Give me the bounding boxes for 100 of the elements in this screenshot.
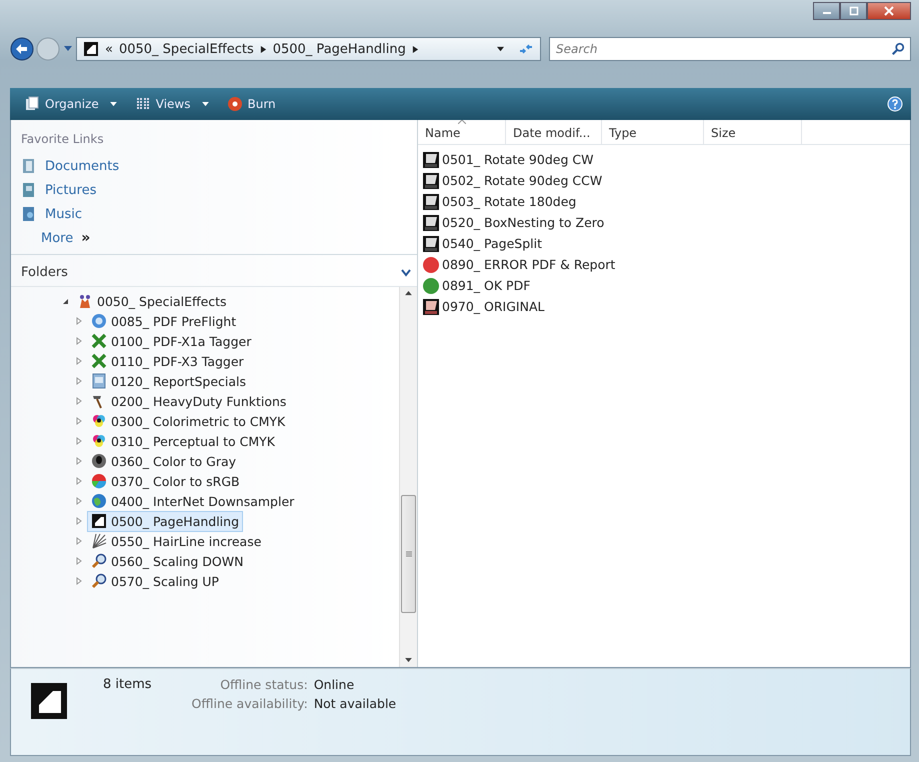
more-link[interactable]: More » — [21, 230, 417, 246]
collapsed-arrow-icon[interactable] — [75, 457, 83, 465]
collapsed-arrow-icon[interactable] — [75, 337, 83, 345]
help-button[interactable] — [887, 96, 903, 112]
monitor-icon — [422, 172, 440, 190]
column-header[interactable]: Type — [602, 120, 704, 144]
column-header[interactable]: Name — [418, 120, 506, 144]
folder-tree-item[interactable]: 0050_ SpecialEffects — [73, 290, 231, 312]
monitor-icon — [422, 192, 440, 210]
toolbar-button[interactable]: Burn — [220, 94, 282, 114]
globe-icon — [91, 493, 107, 509]
collapsed-arrow-icon[interactable] — [75, 317, 83, 325]
favorite-link[interactable]: Pictures — [21, 182, 417, 198]
folder-tree-item[interactable]: 0570_ Scaling UP — [87, 570, 223, 592]
status-dot-icon — [422, 256, 440, 274]
page-icon — [91, 513, 107, 529]
music-icon — [21, 206, 37, 222]
file-item[interactable]: 0502_ Rotate 90deg CCW — [422, 170, 602, 191]
detail-value: Online — [314, 677, 356, 692]
collapsed-arrow-icon[interactable] — [75, 497, 83, 505]
address-bar[interactable]: « 0050_ SpecialEffects 0500_ PageHandling — [76, 37, 541, 61]
color-wheel-icon — [91, 473, 107, 489]
separator-arrow-icon[interactable] — [412, 46, 419, 52]
maximize-icon — [848, 6, 858, 16]
scroll-thumb[interactable] — [401, 495, 416, 613]
folder-tree-item[interactable]: 0560_ Scaling DOWN — [87, 550, 248, 572]
file-item[interactable]: 0970_ ORIGINAL — [422, 296, 544, 317]
folder-tree-item[interactable]: 0085_ PDF PreFlight — [87, 310, 240, 332]
close-icon — [884, 6, 894, 16]
folder-tree-item[interactable]: 0200_ HeavyDuty Funktions — [87, 390, 290, 412]
search-icon[interactable] — [891, 42, 905, 56]
file-item[interactable]: 0503_ Rotate 180deg — [422, 191, 576, 212]
color-drops-icon — [91, 413, 107, 429]
column-header[interactable]: Size — [704, 120, 802, 144]
collapsed-arrow-icon[interactable] — [75, 517, 83, 525]
folders-header[interactable]: Folders — [11, 255, 417, 287]
magnifier-icon — [91, 573, 107, 589]
columns-icon — [134, 96, 151, 112]
folder-tree-item[interactable]: 0360_ Color to Gray — [87, 450, 240, 472]
x-icon — [91, 353, 107, 369]
collapsed-arrow-icon[interactable] — [75, 437, 83, 445]
expanded-arrow-icon[interactable] — [61, 297, 69, 305]
overflow-chevron[interactable]: « — [105, 42, 113, 56]
maximize-button[interactable] — [840, 2, 867, 20]
collapsed-arrow-icon[interactable] — [75, 577, 83, 585]
collapsed-arrow-icon[interactable] — [75, 557, 83, 565]
folder-tree-item[interactable]: 0500_ PageHandling — [87, 510, 244, 532]
file-item[interactable]: 0520_ BoxNesting to Zero — [422, 212, 604, 233]
toolbar-button[interactable]: Views — [128, 94, 214, 114]
folder-tree-item[interactable]: 0400_ InterNet Downsampler — [87, 490, 298, 512]
folder-tree-item[interactable]: 0110_ PDF-X3 Tagger — [87, 350, 248, 372]
close-button[interactable] — [867, 2, 911, 20]
detail-label: Offline availability: — [192, 696, 308, 711]
collapsed-arrow-icon[interactable] — [75, 477, 83, 485]
drop-icon — [91, 453, 107, 469]
status-dot-icon — [422, 276, 440, 294]
minimize-button[interactable] — [813, 2, 840, 20]
scroll-down-icon[interactable] — [405, 658, 412, 663]
caret-icon — [64, 46, 72, 52]
favorite-link[interactable]: Documents — [21, 158, 417, 174]
x-icon — [91, 333, 107, 349]
monitor-icon — [422, 214, 440, 232]
back-button[interactable] — [10, 37, 34, 61]
file-item[interactable]: 0891_ OK PDF — [422, 275, 530, 296]
breadcrumb[interactable]: 0500_ PageHandling — [272, 42, 406, 56]
caret-icon — [110, 102, 117, 106]
dropdown-arrow-icon[interactable] — [497, 46, 504, 52]
detail-value: Not available — [314, 696, 396, 711]
folder-tree-item[interactable]: 0120_ ReportSpecials — [87, 370, 250, 392]
chevron-down-icon[interactable] — [401, 268, 411, 276]
folder-tree-item[interactable]: 0300_ Colorimetric to CMYK — [87, 410, 290, 432]
collapsed-arrow-icon[interactable] — [75, 357, 83, 365]
folder-tree-item[interactable]: 0100_ PDF-X1a Tagger — [87, 330, 256, 352]
collapsed-arrow-icon[interactable] — [75, 537, 83, 545]
file-item[interactable]: 0501_ Rotate 90deg CW — [422, 149, 594, 170]
search-field[interactable]: Search — [549, 37, 911, 61]
breadcrumb[interactable]: 0050_ SpecialEffects — [118, 42, 254, 56]
color-drops-icon — [91, 433, 107, 449]
file-item[interactable]: 0540_ PageSplit — [422, 233, 542, 254]
caret-icon — [202, 102, 208, 106]
figure-icon — [77, 293, 93, 309]
collapsed-arrow-icon[interactable] — [75, 397, 83, 405]
toolbar-button[interactable]: Organize — [18, 94, 123, 114]
pages-icon — [24, 96, 40, 112]
scroll-up-icon[interactable] — [405, 291, 412, 296]
document-icon — [91, 373, 107, 389]
folder-tree-item[interactable]: 0370_ Color to sRGB — [87, 470, 244, 492]
monitor-icon — [422, 234, 440, 252]
detail-label: Offline status: — [219, 677, 308, 692]
collapsed-arrow-icon[interactable] — [75, 417, 83, 425]
folder-tree-item[interactable]: 0310_ Perceptual to CMYK — [87, 430, 279, 452]
collapsed-arrow-icon[interactable] — [75, 377, 83, 385]
file-item[interactable]: 0890_ ERROR PDF & Report — [422, 254, 616, 275]
section-heading: Favorite Links — [21, 132, 105, 146]
page-icon — [29, 681, 69, 721]
folder-tree-item[interactable]: 0550_ HairLine increase — [87, 530, 266, 552]
column-header[interactable]: Date modif... — [506, 120, 602, 144]
history-dropdown-button[interactable] — [62, 46, 74, 52]
separator-arrow-icon[interactable] — [260, 46, 267, 52]
favorite-link[interactable]: Music — [21, 206, 417, 222]
